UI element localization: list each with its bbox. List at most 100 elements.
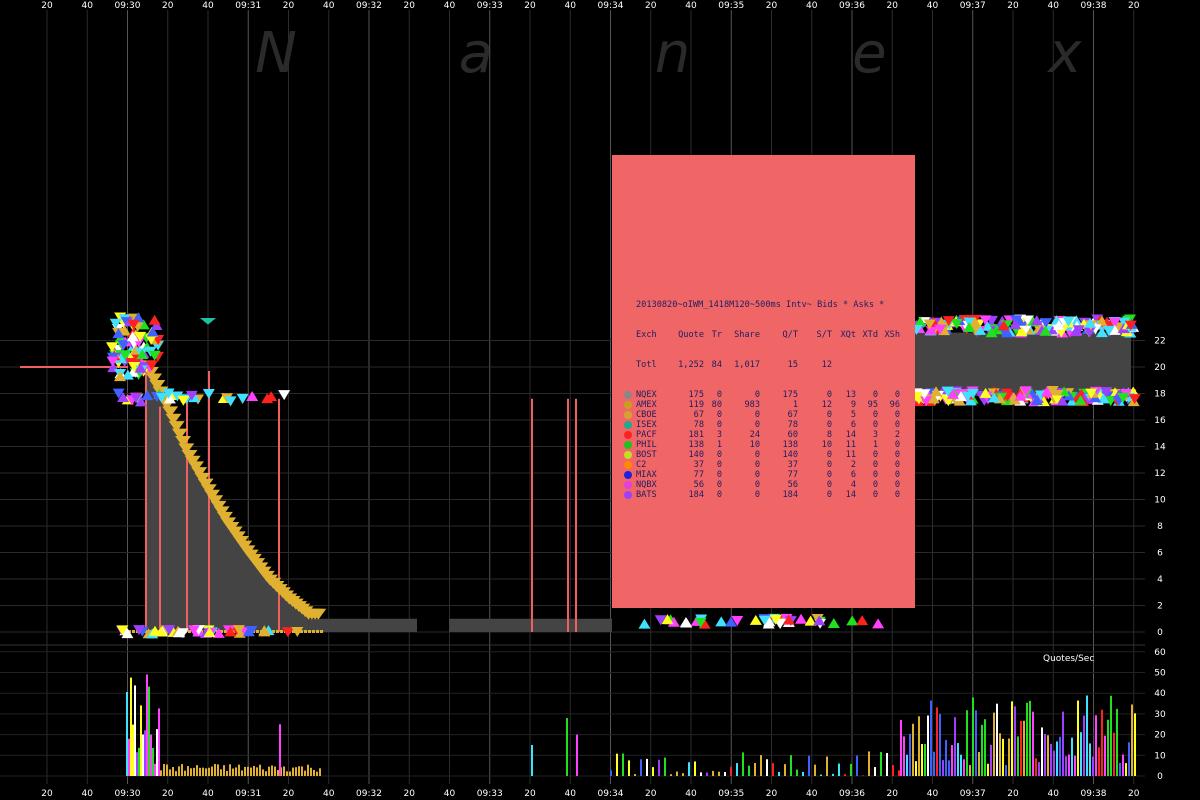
bid-marker (316, 630, 319, 633)
quote-rate-bar (286, 771, 288, 776)
quote-rate-bar (217, 764, 219, 776)
quote-rate-bar (298, 766, 300, 776)
legend-value: 0 (754, 480, 760, 490)
legend-value: 56 (693, 480, 704, 490)
quote-rate-bar (1107, 719, 1109, 776)
legend-value: 0 (716, 480, 722, 490)
legend-column-header: Q/T (782, 330, 798, 340)
quote-rate-bar (1041, 727, 1043, 776)
legend-column-header: Quote (678, 330, 704, 340)
y-tick-label: 20 (1154, 363, 1166, 373)
quote-rate-bar (616, 753, 618, 776)
quote-rate-bar (1014, 706, 1016, 776)
legend-column-header: Exch (636, 330, 657, 340)
quote-rate-bar (927, 715, 929, 776)
legend-value: 96 (889, 400, 900, 410)
quote-rate-bar (778, 771, 780, 776)
legend-row: C2 37 0 0 37 0 2 0 0 (614, 460, 914, 470)
legend-column-header: XTd (862, 330, 878, 340)
quote-rate-bar (144, 730, 146, 776)
x-tick-label: 09:37 (960, 789, 986, 799)
legend-value: 11 (845, 440, 856, 450)
quote-rate-bar (933, 751, 935, 776)
legend-row: PHIL 138 1 10 138 10 11 1 0 (614, 440, 914, 450)
quote-rate-bar (138, 747, 140, 776)
x-tick-label: 40 (927, 789, 939, 799)
legend-title: 20130820~oIWM_1418M120~500ms Intv~ Bids … (636, 300, 885, 310)
legend-value: 14 (845, 430, 856, 440)
quote-rate-bar (820, 774, 822, 776)
quote-rate-bar (1023, 720, 1025, 776)
quote-rate-bar (957, 743, 959, 776)
legend-exchange: ISEX (636, 420, 657, 430)
quote-rate-bar (154, 763, 156, 776)
quote-rate-bar (205, 768, 207, 776)
legend-value: 0 (894, 490, 900, 500)
quote-rate-bar (688, 762, 690, 776)
quote-rate-bar (790, 755, 792, 776)
legend-value: 13 (845, 390, 856, 400)
y-tick-label: 14 (1154, 443, 1166, 453)
x-tick-label: 20 (283, 789, 295, 799)
legend-value: 0 (716, 410, 722, 420)
quote-rate-bar (166, 764, 168, 776)
x-tick-label: 20 (645, 789, 657, 799)
quote-rate-bar (912, 723, 914, 776)
quote-rate-bar (187, 766, 189, 776)
quote-rate-bar (874, 767, 876, 776)
quote-rate-bar (566, 718, 568, 776)
x-tick-label: 09:38 (1081, 789, 1107, 799)
quote-rate-bar (963, 759, 965, 776)
watermark: N a n e x (255, 21, 1154, 86)
x-tick-label: 20 (766, 1, 778, 11)
bid-marker (320, 630, 323, 633)
legend-rows: NQEX 175 0 0 175 0 13 0 0 AMEX 119 80 983 1 12 9 95 96 CBO… (614, 390, 914, 500)
y-tick-label: 8 (1157, 522, 1163, 532)
legend-exchange: AMEX (636, 400, 657, 410)
legend-column-header: Tr (711, 330, 722, 340)
legend-total-cell: Totl (636, 360, 657, 370)
watermark-text: N a n e x (255, 21, 1154, 86)
quote-rate-bar (250, 767, 252, 776)
x-tick-label: 20 (1007, 789, 1019, 799)
y-tick-label: 0 (1157, 628, 1163, 638)
spread-block (308, 618, 417, 632)
quote-rate-bar (1038, 762, 1040, 776)
quote-rate-bar (211, 766, 213, 776)
x-tick-label: 20 (404, 789, 416, 799)
bid-marker (132, 630, 135, 633)
price-chart: N a n e x 20 40 09:30 20 40 09:31 20 40 09:32 20 4… (0, 0, 1200, 800)
legend-value: 56 (787, 480, 798, 490)
legend-value: 37 (693, 460, 704, 470)
quote-rate-bar (948, 760, 950, 776)
quote-rate-bar (972, 697, 974, 776)
legend-swatch-icon (624, 491, 632, 499)
quote-rate-bar (274, 766, 276, 776)
quote-rate-bar (184, 770, 186, 776)
x-tick-label: 09:35 (718, 1, 744, 11)
x-tick-label: 09:35 (718, 789, 744, 799)
quote-rate-bar (283, 766, 285, 776)
legend-value: 3 (716, 430, 722, 440)
legend-value: 0 (716, 420, 722, 430)
quote-rate-tick-label: 20 (1154, 731, 1166, 741)
legend-value: 983 (744, 400, 760, 410)
quote-rate-bar (1035, 758, 1037, 776)
legend-value: 0 (826, 390, 832, 400)
legend-value: 138 (782, 440, 798, 450)
quote-rate-bar (924, 744, 926, 776)
legend-value: 0 (872, 480, 878, 490)
quote-rate-bar (1128, 742, 1130, 776)
y-tick-label: 6 (1157, 549, 1163, 559)
legend-value: 0 (872, 450, 878, 460)
quote-rate-bar (1113, 732, 1115, 776)
quote-rate-bar (531, 744, 533, 776)
x-tick-label: 09:36 (839, 1, 865, 11)
legend-value: 140 (688, 450, 704, 460)
quote-rate-bar (223, 765, 225, 776)
quote-rate-bar (241, 770, 243, 776)
quote-rate-bar (909, 733, 911, 776)
legend-column-header: XQt (840, 330, 856, 340)
quote-rate-bar (628, 760, 630, 776)
quote-rate-bar (900, 719, 902, 776)
